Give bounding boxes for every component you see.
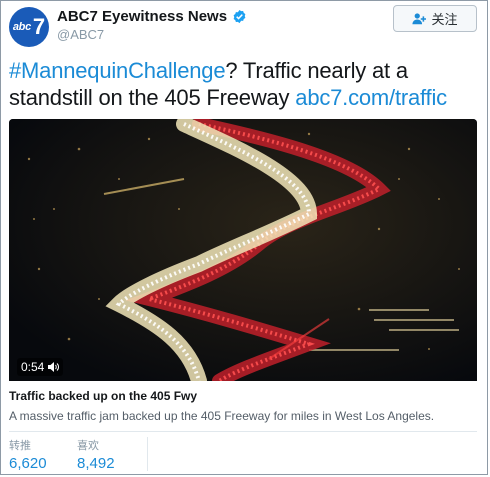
media-description: A massive traffic jam backed up the 405 … bbox=[9, 409, 435, 423]
video-duration: 0:54 bbox=[17, 358, 64, 376]
tweet-text: #MannequinChallenge? Traffic nearly at a… bbox=[9, 57, 485, 111]
divider bbox=[9, 431, 477, 432]
stat-divider bbox=[147, 437, 148, 471]
author-name-row[interactable]: ABC7 Eyewitness News bbox=[57, 8, 247, 25]
display-name[interactable]: ABC7 Eyewitness News bbox=[57, 8, 227, 25]
follow-label: 关注 bbox=[431, 12, 458, 27]
hashtag-link[interactable]: #MannequinChallenge bbox=[9, 58, 226, 83]
url-link[interactable]: abc7.com/traffic bbox=[295, 85, 447, 110]
speaker-icon bbox=[48, 362, 60, 372]
add-user-icon bbox=[412, 12, 427, 24]
duration-text: 0:54 bbox=[21, 360, 45, 374]
handle[interactable]: @ABC7 bbox=[57, 27, 104, 42]
video-thumbnail bbox=[9, 119, 477, 381]
verified-badge-icon bbox=[233, 9, 246, 24]
likes-count: 8,492 bbox=[77, 455, 115, 472]
retweets-label: 转推 bbox=[9, 440, 31, 452]
follow-button[interactable]: 关注 bbox=[393, 5, 477, 32]
likes-label: 喜欢 bbox=[77, 440, 99, 452]
avatar-logo-number: 7 bbox=[32, 14, 46, 39]
media-title: Traffic backed up on the 405 Fwy bbox=[9, 389, 198, 403]
tweet-card: abc 7 ABC7 Eyewitness News @ABC7 关注 #Mann… bbox=[0, 0, 488, 475]
avatar-logo-text: abc bbox=[12, 21, 31, 33]
avatar[interactable]: abc 7 bbox=[9, 7, 49, 47]
media-caption[interactable]: Traffic backed up on the 405 Fwy A massi… bbox=[9, 381, 477, 423]
retweets-count: 6,620 bbox=[9, 455, 47, 472]
video-player[interactable]: 0:54 bbox=[9, 119, 477, 381]
retweet-stat[interactable]: 转推 6,620 bbox=[9, 437, 47, 472]
like-stat[interactable]: 喜欢 8,492 bbox=[77, 437, 115, 472]
